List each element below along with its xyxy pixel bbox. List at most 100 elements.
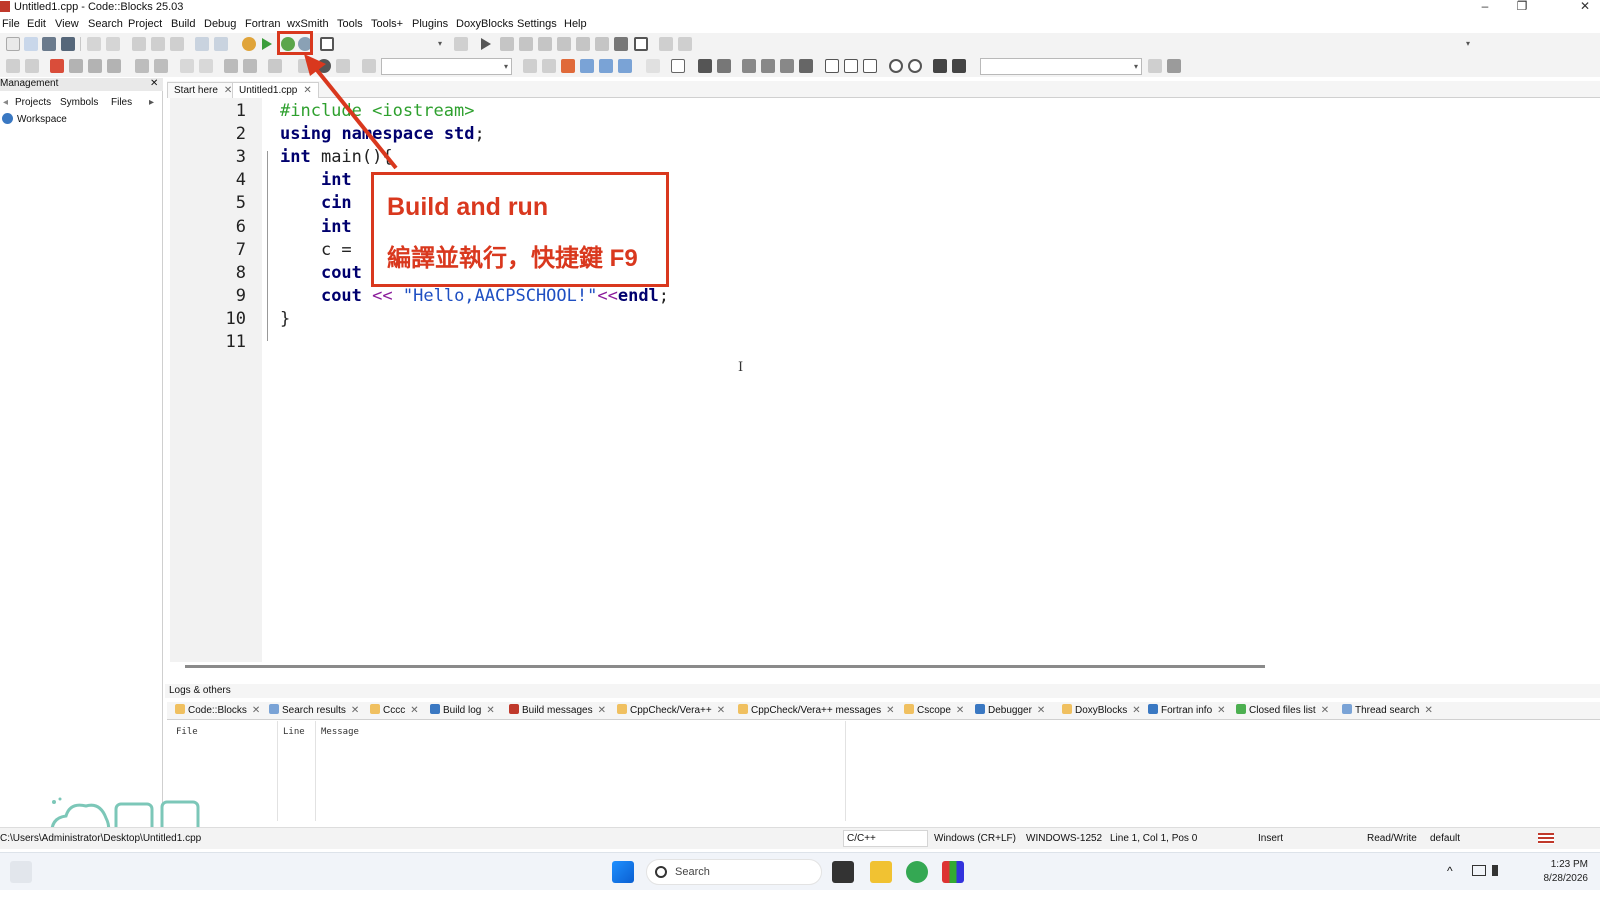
log-tab[interactable]: Build messages ✕ (509, 704, 606, 716)
menu-debug[interactable]: Debug (204, 18, 236, 30)
uncomment-icon[interactable] (199, 59, 213, 73)
widget-5-icon[interactable] (825, 59, 839, 73)
minimize-button[interactable]: – (1470, 0, 1500, 15)
log-tab-close-icon[interactable]: ✕ (1037, 705, 1045, 716)
jump-back-icon[interactable] (154, 59, 168, 73)
code-line[interactable]: c = (280, 240, 352, 260)
widget-2-icon[interactable] (761, 59, 775, 73)
log-tab[interactable]: CppCheck/Vera++ messages ✕ (738, 704, 894, 716)
widget-6-icon[interactable] (844, 59, 858, 73)
bookmark-prev-icon[interactable] (69, 59, 83, 73)
open-file-icon[interactable] (24, 37, 38, 51)
pointer-icon[interactable] (646, 59, 660, 73)
scope-combo[interactable]: ▾ (381, 58, 512, 75)
text-case-icon[interactable] (599, 59, 613, 73)
bookmark-clear-icon[interactable] (107, 59, 121, 73)
management-close-icon[interactable]: ✕ (150, 78, 158, 89)
volume-icon[interactable] (1492, 865, 1504, 876)
network-icon[interactable] (1472, 865, 1486, 876)
new-file-icon[interactable] (6, 37, 20, 51)
code-line[interactable]: using namespace std; (280, 124, 485, 144)
log-tab[interactable]: Debugger ✕ (975, 704, 1045, 716)
highlight-icon[interactable] (268, 59, 282, 73)
log-tab-close-icon[interactable]: ✕ (1217, 705, 1225, 716)
log-tab-close-icon[interactable]: ✕ (351, 705, 359, 716)
build-target-combo[interactable]: ▾ (395, 36, 445, 53)
menu-wxsmith[interactable]: wxSmith (287, 18, 329, 30)
windows-start-icon[interactable] (612, 861, 634, 883)
log-tab[interactable]: CppCheck/Vera++ ✕ (617, 704, 725, 716)
match-brace-icon[interactable] (224, 59, 238, 73)
find-icon[interactable] (195, 37, 209, 51)
code-line[interactable]: cout << "Hello,AACPSCHOOL!"<<endl; (280, 286, 669, 306)
brush-icon[interactable] (580, 59, 594, 73)
maximize-button[interactable]: ❐ (1507, 0, 1537, 15)
workspace-node[interactable]: Workspace (2, 113, 67, 125)
log-tab[interactable]: Cscope ✕ (904, 704, 964, 716)
bookmark-next-icon[interactable] (88, 59, 102, 73)
tab-scroll-right-icon[interactable]: ▸ (149, 97, 154, 108)
menu-edit[interactable]: Edit (27, 18, 46, 30)
widgets-icon[interactable] (10, 861, 32, 883)
code-line[interactable]: #include <iostream> (280, 101, 474, 121)
menu-plugins[interactable]: Plugins (412, 18, 448, 30)
comment-icon[interactable] (180, 59, 194, 73)
save-all-icon[interactable] (61, 37, 75, 51)
step-into-icon[interactable] (538, 37, 552, 51)
paste-icon[interactable] (170, 37, 184, 51)
save-icon[interactable] (42, 37, 56, 51)
log-tab-close-icon[interactable]: ✕ (1321, 705, 1329, 716)
task-view-icon[interactable] (832, 861, 854, 883)
tag-icon[interactable] (362, 59, 376, 73)
menu-project[interactable]: Project (128, 18, 162, 30)
menu-file[interactable]: File (2, 18, 20, 30)
log-tab[interactable]: Fortran info ✕ (1148, 704, 1226, 716)
menu-settings[interactable]: Settings (517, 18, 557, 30)
log-tab[interactable]: Code::Blocks ✕ (175, 704, 260, 716)
help-icon[interactable] (243, 59, 257, 73)
forward-icon[interactable] (25, 59, 39, 73)
menu-tools-plus[interactable]: Tools+ (371, 18, 403, 30)
nav-forward-icon[interactable] (542, 59, 556, 73)
regex-icon[interactable] (618, 59, 632, 73)
column-message[interactable]: Message (321, 727, 359, 737)
zoom-out-icon[interactable] (908, 59, 922, 73)
menu-view[interactable]: View (55, 18, 79, 30)
code-line[interactable]: cout (280, 263, 362, 283)
stop-debug-icon[interactable] (634, 37, 648, 51)
widget-3-icon[interactable] (780, 59, 794, 73)
log-tab[interactable]: Closed files list ✕ (1236, 704, 1329, 716)
tab-files[interactable]: Files (111, 97, 132, 108)
debug-windows-icon[interactable] (659, 37, 673, 51)
log-tab[interactable]: Search results ✕ (269, 704, 359, 716)
log-tab-close-icon[interactable]: ✕ (486, 705, 494, 716)
c-icon[interactable] (952, 59, 966, 73)
tools-icon[interactable] (1167, 59, 1181, 73)
log-tab[interactable]: Cccc ✕ (370, 704, 419, 716)
abort-icon[interactable] (320, 37, 334, 51)
log-tab-close-icon[interactable]: ✕ (1424, 705, 1432, 716)
code-line[interactable]: int (280, 170, 352, 190)
log-tab[interactable]: Thread search ✕ (1342, 704, 1433, 716)
debug-start-icon[interactable] (481, 38, 491, 50)
tab-close-icon[interactable]: ✕ (303, 85, 311, 96)
tray-expand-icon[interactable]: ^ (1447, 864, 1453, 878)
step-out-icon[interactable] (557, 37, 571, 51)
pause-icon[interactable] (614, 37, 628, 51)
log-tab[interactable]: Build log ✕ (430, 704, 495, 716)
log-tab-close-icon[interactable]: ✕ (410, 705, 418, 716)
bookmark-toggle-icon[interactable] (50, 59, 64, 73)
widget-1-icon[interactable] (742, 59, 756, 73)
run-to-cursor-icon[interactable] (500, 37, 514, 51)
log-tab[interactable]: DoxyBlocks ✕ (1062, 704, 1141, 716)
copy-icon[interactable] (151, 37, 165, 51)
log-tab-close-icon[interactable]: ✕ (956, 705, 964, 716)
play-macro-icon[interactable] (336, 59, 350, 73)
next-instruction-icon[interactable] (576, 37, 590, 51)
cut-icon[interactable] (132, 37, 146, 51)
debug-window-icon[interactable] (454, 37, 468, 51)
menu-doxyblocks[interactable]: DoxyBlocks (456, 18, 513, 30)
fold-marker[interactable] (267, 151, 277, 341)
search-page-icon[interactable] (1148, 59, 1162, 73)
rectangle-icon[interactable] (671, 59, 685, 73)
